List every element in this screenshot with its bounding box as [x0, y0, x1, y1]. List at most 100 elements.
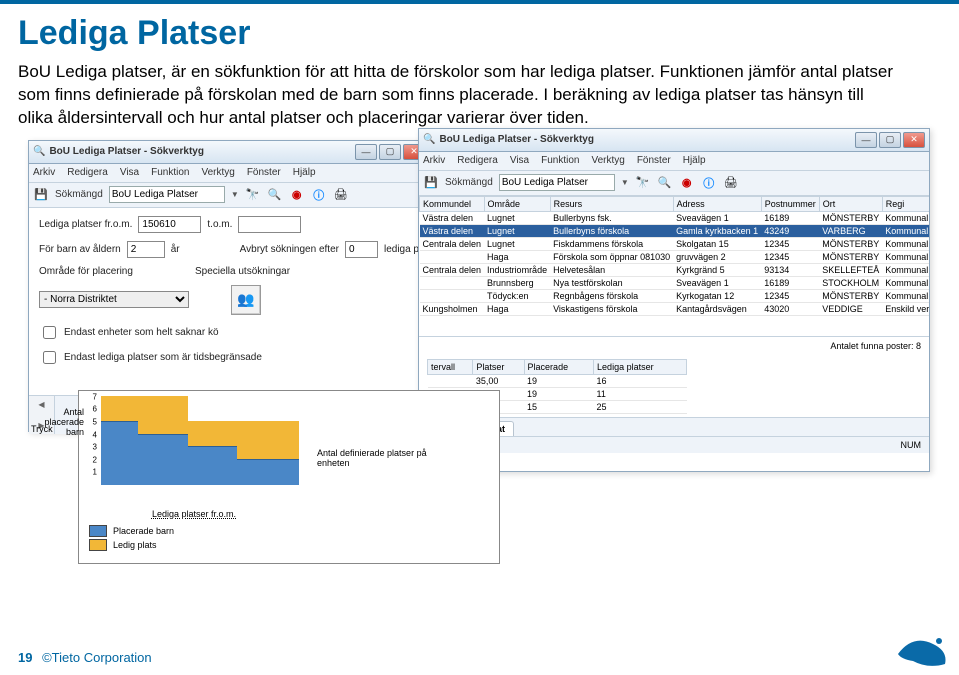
minimize-button[interactable]: —: [855, 132, 877, 148]
menu-visa[interactable]: Visa: [510, 155, 529, 166]
titlebar: 🔍 BoU Lediga Platser - Sökverktyg — ▢ ✕: [419, 129, 929, 152]
table-row[interactable]: Centrala delenLugnetFiskdammens förskola…: [420, 237, 930, 250]
cell: SKELLEFTEÅ: [819, 263, 882, 276]
find-icon[interactable]: 🔍: [657, 175, 673, 191]
table-row[interactable]: Västra delenLugnetBullerbyns förskolaGam…: [420, 224, 930, 237]
table-row[interactable]: Västra delenLugnetBullerbyns fsk.Sveaväg…: [420, 211, 930, 224]
binoculars-icon[interactable]: 🔭: [635, 175, 651, 191]
cell: Bullerbyns förskola: [550, 224, 673, 237]
menu-verktyg[interactable]: Verktyg: [201, 167, 234, 178]
col-header[interactable]: Kommundel: [420, 196, 485, 211]
cell: 19: [524, 374, 594, 387]
menu-arkiv[interactable]: Arkiv: [33, 167, 55, 178]
col-header[interactable]: Lediga platser: [594, 359, 687, 374]
legend-swatch-placerade: [89, 525, 107, 537]
print-icon[interactable]: 🖨: [333, 187, 349, 203]
select-area[interactable]: - Norra Distriktet: [39, 291, 189, 308]
table-row[interactable]: BrunnsbergNya testförskolanSveavägen 116…: [420, 276, 930, 289]
chart-side-label: Antal definierade platser på enheten: [317, 397, 427, 519]
minimize-button[interactable]: —: [355, 144, 377, 160]
label-no-queue: Endast enheter som helt saknar kö: [64, 327, 219, 338]
bar-segment-ledig: [262, 421, 274, 459]
special-search-button[interactable]: 👥: [231, 285, 261, 315]
combo-dropdown-icon[interactable]: ▼: [621, 178, 629, 187]
bar-segment-ledig: [126, 396, 138, 421]
table-row[interactable]: 35,001916: [428, 374, 687, 387]
save-icon[interactable]: 💾: [423, 175, 439, 191]
input-from-date[interactable]: [138, 216, 201, 233]
bar-column: [262, 421, 274, 485]
app-icon: 🔍: [423, 134, 435, 145]
chart-legend: Placerade barn Ledig plats: [89, 525, 489, 551]
menu-hjalp[interactable]: Hjälp: [683, 155, 706, 166]
table-row[interactable]: HagaFörskola som öppnar 081030gruvvägen …: [420, 250, 930, 263]
bar-segment-placerade: [113, 421, 125, 485]
ytick: 7: [93, 392, 97, 401]
ytick: 5: [93, 417, 97, 426]
col-header[interactable]: Ort: [819, 196, 882, 211]
col-header[interactable]: Resurs: [550, 196, 673, 211]
info-icon[interactable]: ⓘ: [701, 175, 717, 191]
input-age[interactable]: [127, 241, 165, 258]
stop-icon[interactable]: ◉: [289, 187, 305, 203]
col-header[interactable]: Postnummer: [761, 196, 819, 211]
cell: Haga: [484, 302, 550, 315]
print-icon[interactable]: 🖨: [723, 175, 739, 191]
bar-segment-ledig: [175, 396, 187, 434]
find-icon[interactable]: 🔍: [267, 187, 283, 203]
col-header[interactable]: Placerade: [524, 359, 594, 374]
cell: Sveavägen 1: [673, 211, 761, 224]
maximize-button[interactable]: ▢: [379, 144, 401, 160]
cell: Kungsholmen: [420, 302, 485, 315]
menu-verktyg[interactable]: Verktyg: [591, 155, 624, 166]
footer: 19 ©Tieto Corporation: [18, 650, 152, 665]
cell: Fiskdammens förskola: [550, 237, 673, 250]
cell: Lugnet: [484, 211, 550, 224]
check-no-queue[interactable]: [43, 326, 56, 339]
results-table: KommundelOmrådeResursAdressPostnummerOrt…: [419, 196, 929, 316]
col-header[interactable]: Platser: [473, 359, 524, 374]
toolbar: 💾 Sökmängd ▼ 🔭 🔍 ◉ ⓘ 🖨: [419, 171, 929, 196]
menu-redigera[interactable]: Redigera: [457, 155, 498, 166]
menu-fonster[interactable]: Fönster: [247, 167, 281, 178]
table-row[interactable]: KungsholmenHagaViskastigens förskolaKant…: [420, 302, 930, 315]
save-icon[interactable]: 💾: [33, 187, 49, 203]
col-header[interactable]: Område: [484, 196, 550, 211]
check-time-limited[interactable]: [43, 351, 56, 364]
menu-redigera[interactable]: Redigera: [67, 167, 108, 178]
window-search-form: 🔍 BoU Lediga Platser - Sökverktyg — ▢ ✕ …: [28, 140, 430, 432]
menu-fonster[interactable]: Fönster: [637, 155, 671, 166]
chart-overlay: Antal placerade barn 1234567 Lediga plat…: [78, 390, 500, 564]
sokmangd-combo[interactable]: [109, 186, 225, 203]
col-header[interactable]: Regi: [882, 196, 929, 211]
menu-arkiv[interactable]: Arkiv: [423, 155, 445, 166]
col-header[interactable]: Adress: [673, 196, 761, 211]
label-abort: Avbryt sökningen efter: [240, 244, 339, 255]
table-row[interactable]: Centrala delenIndustriområdeHelvetesålan…: [420, 263, 930, 276]
bar-segment-ledig: [188, 421, 200, 446]
cell: Viskastigens förskola: [550, 302, 673, 315]
combo-dropdown-icon[interactable]: ▼: [231, 190, 239, 199]
close-button[interactable]: ✕: [903, 132, 925, 148]
bar-segment-ledig: [274, 421, 286, 459]
cell: [420, 276, 485, 289]
input-abort-count[interactable]: [345, 241, 378, 258]
bar-segment-ledig: [138, 396, 150, 434]
maximize-button[interactable]: ▢: [879, 132, 901, 148]
info-icon[interactable]: ⓘ: [311, 187, 327, 203]
menu-visa[interactable]: Visa: [120, 167, 139, 178]
stop-icon[interactable]: ◉: [679, 175, 695, 191]
menu-funktion[interactable]: Funktion: [541, 155, 579, 166]
col-header[interactable]: tervall: [428, 359, 473, 374]
cell: Kommunal: [882, 289, 929, 302]
input-to-date[interactable]: [238, 216, 301, 233]
cell: Industriområde: [484, 263, 550, 276]
menu-hjalp[interactable]: Hjälp: [293, 167, 316, 178]
search-form: Lediga platser fr.o.m. t.o.m. För barn a…: [29, 208, 429, 367]
bar-segment-placerade: [188, 446, 200, 485]
sokmangd-combo[interactable]: [499, 174, 615, 191]
menu-funktion[interactable]: Funktion: [151, 167, 189, 178]
binoculars-icon[interactable]: 🔭: [245, 187, 261, 203]
table-row[interactable]: Tödyck:enRegnbågens förskolaKyrkogatan 1…: [420, 289, 930, 302]
bar-segment-ledig: [200, 421, 212, 446]
